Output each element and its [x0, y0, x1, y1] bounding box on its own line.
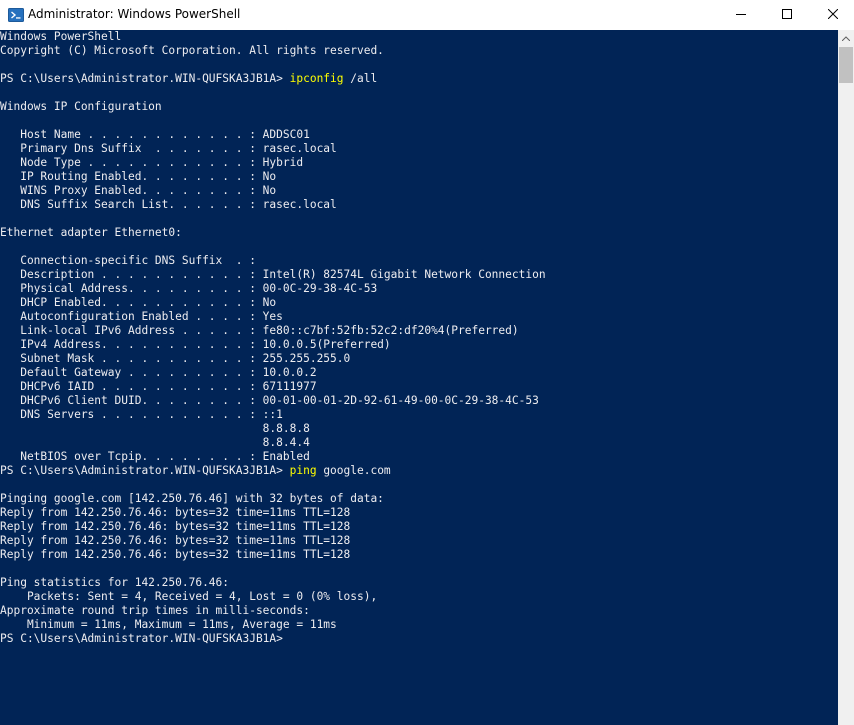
minimize-button[interactable]: [718, 0, 764, 30]
console-text: Windows PowerShell Copyright (C) Microsof…: [0, 30, 838, 646]
output-line: Packets: Sent = 4, Received = 4, Lost = …: [0, 590, 378, 603]
close-button[interactable]: [810, 0, 854, 30]
output-line: Host Name . . . . . . . . . . . . : ADDS…: [0, 128, 310, 141]
output-line: 8.8.8.8: [0, 422, 310, 435]
minimize-icon: [736, 6, 746, 24]
output-line: Approximate round trip times in milli-se…: [0, 604, 310, 617]
command-args: /all: [343, 72, 378, 85]
output-line: DHCPv6 IAID . . . . . . . . . . . : 6711…: [0, 380, 317, 393]
output-line: Physical Address. . . . . . . . . : 00-0…: [0, 282, 378, 295]
close-icon: [827, 6, 839, 24]
powershell-icon: [8, 7, 24, 23]
command-text: ipconfig: [289, 72, 344, 85]
output-line: Copyright (C) Microsoft Corporation. All…: [0, 44, 384, 57]
output-line: DHCP Enabled. . . . . . . . . . . : No: [0, 296, 277, 309]
output-line: 8.8.4.4: [0, 436, 310, 449]
output-line: Windows PowerShell: [0, 30, 122, 43]
output-line: Ping statistics for 142.250.76.46:: [0, 576, 230, 589]
output-line: Reply from 142.250.76.46: bytes=32 time=…: [0, 506, 351, 519]
command-args: google.com: [316, 464, 391, 477]
window-title: Administrator: Windows PowerShell: [28, 7, 241, 21]
output-line: IPv4 Address. . . . . . . . . . . : 10.0…: [0, 338, 391, 351]
output-line: Reply from 142.250.76.46: bytes=32 time=…: [0, 548, 351, 561]
output-line: NetBIOS over Tcpip. . . . . . . . : Enab…: [0, 450, 310, 463]
scrollbar-thumb[interactable]: [839, 47, 853, 83]
vertical-scrollbar[interactable]: [838, 30, 854, 725]
powershell-window: Administrator: Windows PowerShell Window…: [0, 0, 854, 725]
prompt-text: PS C:\Users\Administrator.WIN-QUFSKA3JB1…: [0, 632, 290, 645]
output-line: Default Gateway . . . . . . . . . : 10.0…: [0, 366, 317, 379]
prompt-line: PS C:\Users\Administrator.WIN-QUFSKA3JB1…: [0, 464, 838, 478]
output-line: Minimum = 11ms, Maximum = 11ms, Average …: [0, 618, 337, 631]
output-line: Windows IP Configuration: [0, 100, 162, 113]
prompt-text: PS C:\Users\Administrator.WIN-QUFSKA3JB1…: [0, 72, 290, 85]
output-line: DNS Servers . . . . . . . . . . . : ::1: [0, 408, 283, 421]
command-text: ping: [289, 464, 317, 477]
output-line: IP Routing Enabled. . . . . . . . : No: [0, 170, 277, 183]
console-output[interactable]: Windows PowerShell Copyright (C) Microsof…: [0, 30, 838, 725]
output-line: Reply from 142.250.76.46: bytes=32 time=…: [0, 534, 351, 547]
output-line: Description . . . . . . . . . . . : Inte…: [0, 268, 546, 281]
output-line: Ethernet adapter Ethernet0:: [0, 226, 182, 239]
maximize-button[interactable]: [764, 0, 810, 30]
output-line: WINS Proxy Enabled. . . . . . . . : No: [0, 184, 277, 197]
prompt-line: PS C:\Users\Administrator.WIN-QUFSKA3JB1…: [0, 632, 838, 646]
output-line: DNS Suffix Search List. . . . . . : rase…: [0, 198, 337, 211]
prompt-line: PS C:\Users\Administrator.WIN-QUFSKA3JB1…: [0, 72, 838, 86]
output-line: Node Type . . . . . . . . . . . . : Hybr…: [0, 156, 304, 169]
maximize-icon: [782, 6, 792, 24]
title-bar[interactable]: Administrator: Windows PowerShell: [0, 0, 854, 30]
output-line: DHCPv6 Client DUID. . . . . . . . : 00-0…: [0, 394, 539, 407]
output-line: Pinging google.com [142.250.76.46] with …: [0, 492, 384, 505]
prompt-text: PS C:\Users\Administrator.WIN-QUFSKA3JB1…: [0, 464, 290, 477]
output-line: Reply from 142.250.76.46: bytes=32 time=…: [0, 520, 351, 533]
output-line: Subnet Mask . . . . . . . . . . . : 255.…: [0, 352, 351, 365]
output-line: Autoconfiguration Enabled . . . . : Yes: [0, 310, 283, 323]
scroll-up-arrow-icon[interactable]: [838, 30, 854, 47]
output-line: Primary Dns Suffix . . . . . . . : rasec…: [0, 142, 337, 155]
output-line: Connection-specific DNS Suffix . :: [0, 254, 256, 267]
output-line: Link-local IPv6 Address . . . . . : fe80…: [0, 324, 519, 337]
